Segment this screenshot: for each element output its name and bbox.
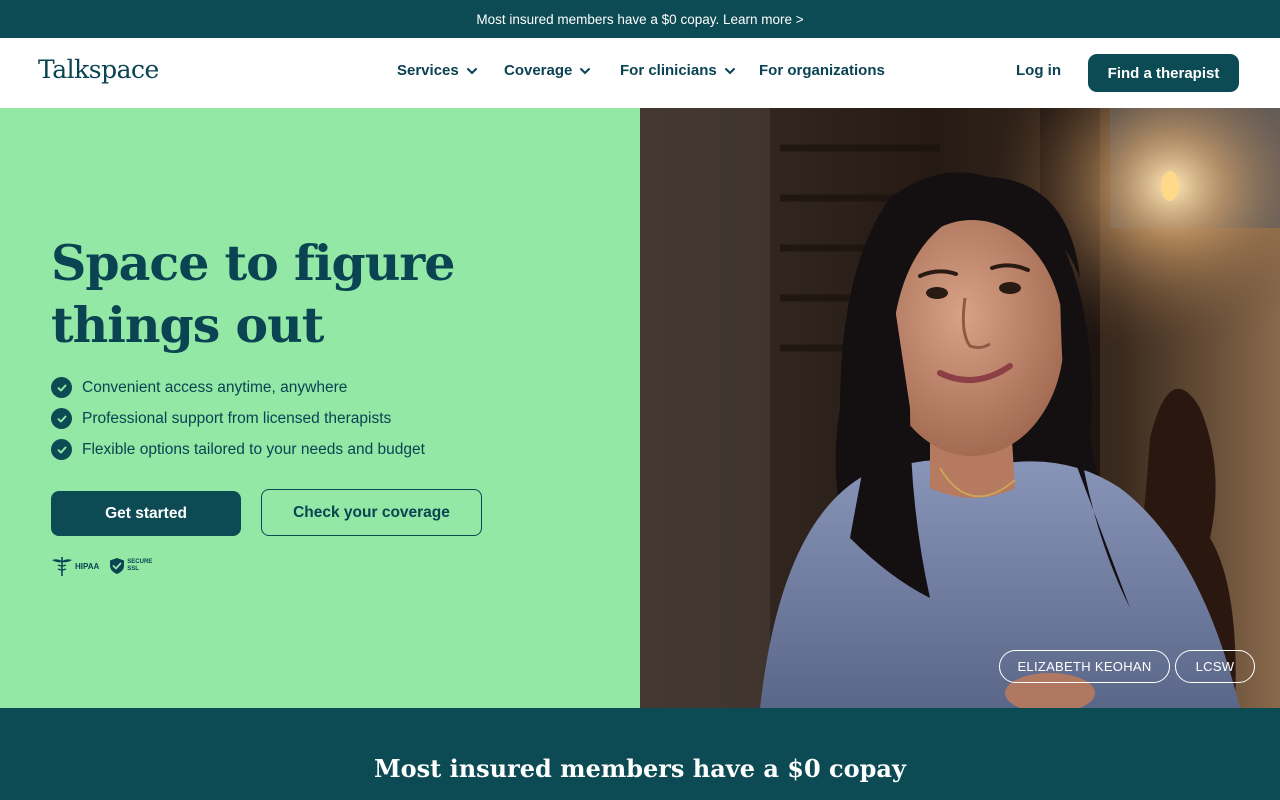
check-coverage-button[interactable]: Check your coverage bbox=[261, 489, 482, 536]
chevron-down-icon bbox=[466, 67, 477, 74]
ssl-label: SSL bbox=[127, 566, 139, 572]
announcement-text[interactable]: Most insured members have a $0 copay. Le… bbox=[476, 12, 803, 27]
secure-ssl-label: SECURE SSL bbox=[127, 559, 152, 573]
main-nav: Talkspace Services Coverage For clinicia… bbox=[0, 38, 1280, 108]
nav-services[interactable]: Services bbox=[397, 62, 479, 79]
get-started-button[interactable]: Get started bbox=[51, 491, 241, 536]
secure-label: SECURE bbox=[127, 559, 153, 565]
check-circle-icon bbox=[51, 377, 72, 398]
hero-benefits-list: Convenient access anytime, anywhere Prof… bbox=[51, 372, 425, 465]
copay-band: Most insured members have a $0 copay bbox=[0, 708, 1280, 800]
therapist-credential-tag: LCSW bbox=[1175, 650, 1255, 683]
nav-for-organizations-label: For organizations bbox=[759, 62, 885, 79]
benefit-text: Convenient access anytime, anywhere bbox=[82, 378, 348, 396]
hero-headline: Space to figure things out bbox=[51, 234, 455, 354]
nav-for-organizations[interactable]: For organizations bbox=[759, 62, 885, 79]
find-therapist-button[interactable]: Find a therapist bbox=[1088, 54, 1239, 92]
chevron-down-icon bbox=[724, 67, 735, 74]
therapist-portrait-image bbox=[640, 108, 1280, 708]
hero-content: Space to figure things out Convenient ac… bbox=[0, 108, 640, 708]
talkspace-logo[interactable]: Talkspace bbox=[38, 55, 159, 84]
secure-ssl-badge: SECURE SSL bbox=[109, 557, 152, 575]
hero-photo: ELIZABETH KEOHAN LCSW bbox=[640, 108, 1280, 708]
hipaa-badge: HIPAA bbox=[51, 555, 99, 577]
caduceus-icon bbox=[52, 557, 72, 576]
nav-for-clinicians-label: For clinicians bbox=[620, 62, 717, 79]
nav-services-label: Services bbox=[397, 62, 459, 79]
announcement-bar[interactable]: Most insured members have a $0 copay. Le… bbox=[0, 0, 1280, 38]
therapist-name-tag: ELIZABETH KEOHAN bbox=[999, 650, 1170, 683]
nav-coverage[interactable]: Coverage bbox=[504, 62, 592, 79]
benefit-item: Flexible options tailored to your needs … bbox=[51, 434, 425, 465]
benefit-item: Convenient access anytime, anywhere bbox=[51, 372, 425, 403]
shield-check-icon bbox=[110, 558, 125, 574]
login-link[interactable]: Log in bbox=[1016, 62, 1061, 79]
check-circle-icon bbox=[51, 439, 72, 460]
nav-coverage-label: Coverage bbox=[504, 62, 573, 79]
benefit-item: Professional support from licensed thera… bbox=[51, 403, 425, 434]
trust-badges: HIPAA SECURE SSL bbox=[51, 555, 152, 577]
check-circle-icon bbox=[51, 408, 72, 429]
hipaa-label: HIPAA bbox=[75, 561, 100, 571]
benefit-text: Professional support from licensed thera… bbox=[82, 409, 392, 427]
benefit-text: Flexible options tailored to your needs … bbox=[82, 440, 425, 458]
chevron-down-icon bbox=[580, 67, 591, 74]
nav-for-clinicians[interactable]: For clinicians bbox=[620, 62, 737, 79]
copay-band-title: Most insured members have a $0 copay bbox=[374, 754, 906, 783]
